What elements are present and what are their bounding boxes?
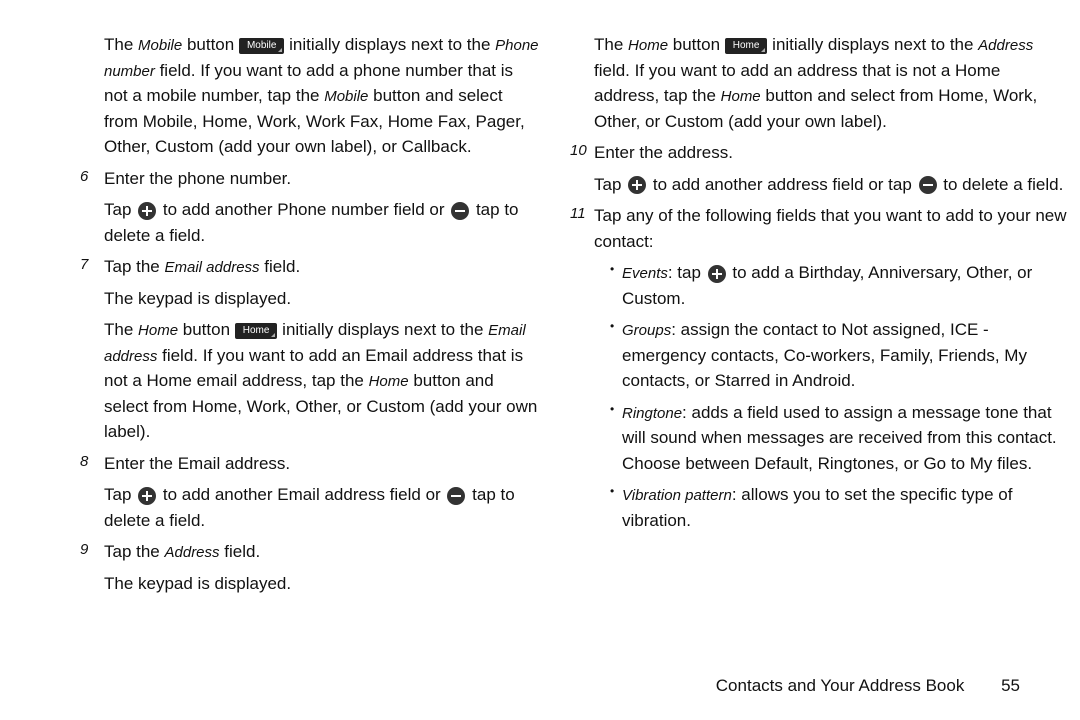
right-column: The Home button Home initially displays … [570,32,1070,539]
events-label: Events [622,265,668,282]
text: Tap [104,485,136,504]
home-label: Home [721,88,761,105]
text: button [178,320,235,339]
minus-icon[interactable] [451,202,469,220]
vibration-pattern-label: Vibration pattern [622,487,732,504]
plus-icon[interactable] [708,265,726,283]
section-title: Contacts and Your Address Book [716,676,965,695]
text: initially displays next to the [767,35,978,54]
paragraph: The Home button Home initially displays … [594,32,1070,134]
text: The [104,35,138,54]
mobile-chip[interactable]: Mobile [239,38,284,54]
text: : adds a field used to assign a message … [622,403,1057,473]
step-number: 8 [80,451,88,474]
page-footer: Contacts and Your Address Book 55 [716,673,1020,699]
text: The [104,320,138,339]
step-11: 11 Tap any of the following fields that … [570,203,1070,533]
left-column: The Mobile button Mobile initially displ… [80,32,540,602]
mobile-label: Mobile [324,88,368,105]
paragraph: The Mobile button Mobile initially displ… [104,32,540,160]
step-number: 6 [80,166,88,189]
home-label: Home [369,373,409,390]
ringtone-label: Ringtone [622,405,682,422]
home-chip[interactable]: Home [235,323,278,339]
text: to add another address field or tap [648,175,916,194]
minus-icon[interactable] [919,176,937,194]
text: Tap the [104,542,165,561]
manual-page: The Mobile button Mobile initially displ… [0,0,1080,720]
text: to delete a field. [939,175,1064,194]
page-number: 55 [1001,676,1020,695]
step-number: 7 [80,254,88,277]
text: initially displays next to the [284,35,495,54]
step-text: Tap the Email address field. [104,254,540,280]
step-text: Tap the Address field. [104,539,540,565]
step-10: 10 Enter the address. Tap to add another… [570,140,1070,197]
address-label: Address [978,37,1033,54]
plus-icon[interactable] [138,202,156,220]
text: button [668,35,725,54]
text: to add another Phone number field or [158,200,449,219]
list-item: Ringtone: adds a field used to assign a … [610,400,1070,477]
list-item: Groups: assign the contact to Not assign… [610,317,1070,394]
mobile-label: Mobile [138,37,182,54]
list-item: Vibration pattern: allows you to set the… [610,482,1070,533]
step-9: 9 Tap the Address field. The keypad is d… [80,539,540,596]
text: field. [220,542,261,561]
step-text: Tap any of the following fields that you… [594,203,1070,254]
bullet-list: Events: tap to add a Birthday, Anniversa… [594,260,1070,533]
step-text: Enter the phone number. [104,166,540,192]
step-number: 11 [570,203,586,226]
email-address-label: Email address [165,259,260,276]
text: initially displays next to the [277,320,488,339]
step-7: 7 Tap the Email address field. The keypa… [80,254,540,445]
step-text: The keypad is displayed. [104,571,540,597]
text: Tap the [104,257,165,276]
text: The [594,35,628,54]
intro-mobile-block: The Mobile button Mobile initially displ… [80,32,540,160]
plus-icon[interactable] [138,487,156,505]
step-text: Enter the Email address. [104,451,540,477]
home-chip[interactable]: Home [725,38,768,54]
step-text: The Home button Home initially displays … [104,317,540,445]
address-label: Address [165,544,220,561]
plus-icon[interactable] [628,176,646,194]
step-text: Enter the address. [594,140,1070,166]
step-text: The keypad is displayed. [104,286,540,312]
text: : tap [668,263,706,282]
list-item: Events: tap to add a Birthday, Anniversa… [610,260,1070,311]
intro-home-block: The Home button Home initially displays … [570,32,1070,134]
text: button [182,35,239,54]
minus-icon[interactable] [447,487,465,505]
step-text: Tap to add another address field or tap … [594,172,1070,198]
step-text: Tap to add another Email address field o… [104,482,540,533]
text: field. [260,257,301,276]
text: Tap [104,200,136,219]
step-6: 6 Enter the phone number. Tap to add ano… [80,166,540,249]
step-8: 8 Enter the Email address. Tap to add an… [80,451,540,534]
step-number: 9 [80,539,88,562]
step-text: Tap to add another Phone number field or… [104,197,540,248]
text: Tap [594,175,626,194]
text: to add another Email address field or [158,485,445,504]
home-label: Home [138,322,178,339]
groups-label: Groups [622,322,671,339]
home-label: Home [628,37,668,54]
text: : assign the contact to Not assigned, IC… [622,320,1027,390]
step-number: 10 [570,140,587,163]
